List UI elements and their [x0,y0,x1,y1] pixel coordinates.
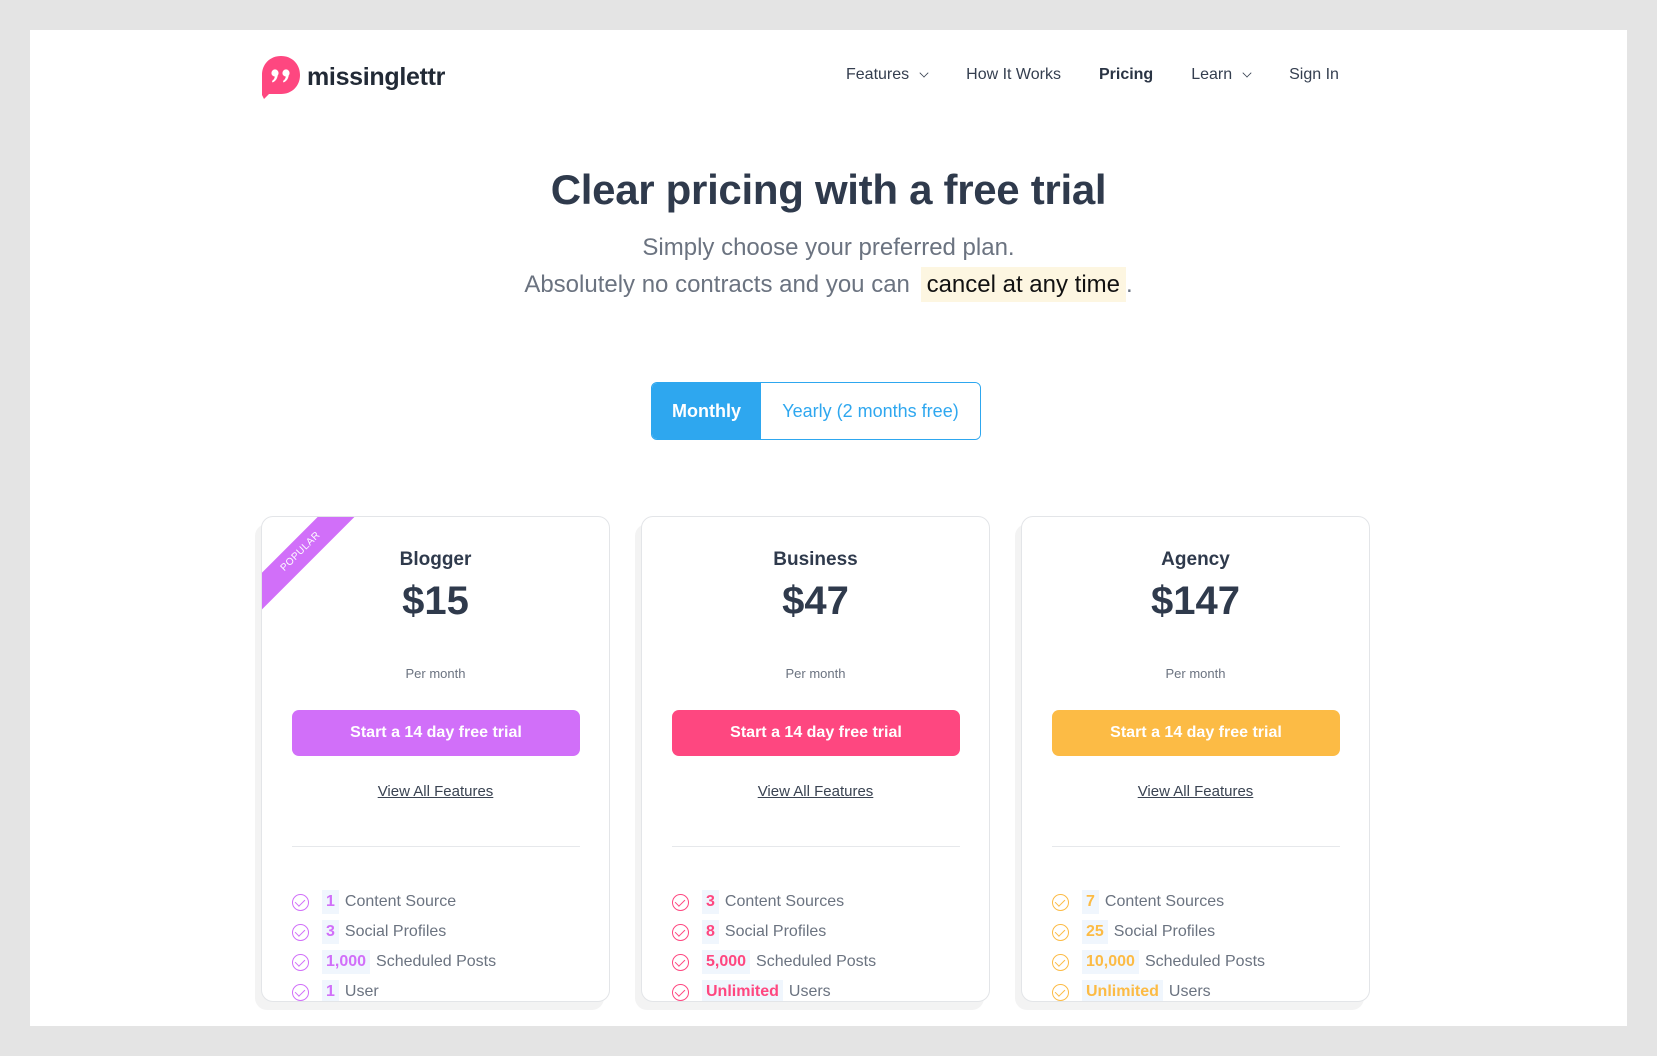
feature-value: 8 [702,920,719,944]
plan-name: Business [773,549,858,570]
plan-period: Per month [1165,666,1226,681]
feature-list: 1 Content Source 3 Social Profiles 1,000 Sc… [292,887,496,1001]
feature-value: 5,000 [702,950,751,974]
plan-card-blogger: POPULAR Blogger $15 Per month Start a 14… [261,516,610,1002]
hero-subtitle-2: Absolutely no contracts and you can canc… [30,267,1627,302]
toggle-yearly[interactable]: Yearly (2 months free) [761,383,980,439]
check-circle-icon [292,983,309,1001]
feature-label: Social Profiles [344,923,447,940]
list-item: 8 Social Profiles [672,917,876,947]
check-circle-icon [292,953,309,971]
feature-label: Content Source [344,893,457,910]
quote-bubble-icon [261,55,301,99]
nav-learn[interactable]: Learn [1191,66,1252,84]
feature-label: Social Profiles [724,923,827,940]
plan-price: $15 [402,579,469,623]
nav-sign-in-label: Sign In [1289,66,1339,83]
subtitle-suffix: . [1126,271,1133,298]
nav-how-it-works[interactable]: How It Works [966,66,1061,84]
check-circle-icon [292,923,309,941]
feature-value: 1 [322,890,339,914]
list-item: 25 Social Profiles [1052,917,1265,947]
toggle-monthly[interactable]: Monthly [652,383,761,439]
feature-value: 25 [1082,920,1108,944]
feature-value: Unlimited [702,980,783,1001]
brand-logo[interactable]: missinglettr [261,54,445,100]
divider [292,846,580,847]
nav-features[interactable]: Features [846,66,929,84]
list-item: Unlimited Users [672,977,876,1001]
chevron-down-icon [919,68,929,78]
view-all-features-link[interactable]: View All Features [1022,783,1369,800]
check-circle-icon [672,923,689,941]
feature-value: 1,000 [322,950,371,974]
check-circle-icon [672,893,689,911]
plan-card-agency: Agency $147 Per month Start a 14 day fre… [1021,516,1370,1002]
check-circle-icon [292,893,309,911]
subtitle-prefix: Absolutely no contracts and you can [524,271,910,298]
plan-period: Per month [785,666,846,681]
plan-price: $147 [1151,579,1240,623]
nav-how-it-works-label: How It Works [966,66,1061,83]
brand-name: missinglettr [307,62,446,91]
divider [672,846,960,847]
list-item: 1,000 Scheduled Posts [292,947,496,977]
start-trial-button[interactable]: Start a 14 day free trial [1052,710,1340,756]
feature-label: Content Sources [1104,893,1225,910]
page: missinglettr Features How It Works Prici… [30,30,1627,1026]
nav-learn-label: Learn [1191,66,1233,83]
list-item: Unlimited Users [1052,977,1265,1001]
start-trial-button[interactable]: Start a 14 day free trial [672,710,960,756]
start-trial-button[interactable]: Start a 14 day free trial [292,710,580,756]
feature-value: 3 [322,920,339,944]
feature-label: Users [788,983,831,1000]
billing-toggle: Monthly Yearly (2 months free) [651,382,981,440]
view-all-features-link[interactable]: View All Features [262,783,609,800]
feature-value: 7 [1082,890,1099,914]
feature-label: Scheduled Posts [756,953,877,970]
feature-value: Unlimited [1082,980,1163,1001]
nav-sign-in[interactable]: Sign In [1289,66,1339,84]
plan-period: Per month [405,666,466,681]
feature-list: 7 Content Sources 25 Social Profiles 10,00… [1052,887,1265,1001]
feature-label: Scheduled Posts [1144,953,1266,970]
view-all-features-link[interactable]: View All Features [642,783,989,800]
feature-label: Content Sources [724,893,845,910]
list-item: 1 Content Source [292,887,496,917]
hero-subtitle: Simply choose your preferred plan. [642,234,1015,261]
main-nav: Features How It Works Pricing Learn Sign… [846,62,1339,88]
plan-name: Blogger [399,549,472,570]
feature-value: 1 [322,980,339,1001]
check-circle-icon [1052,953,1069,971]
subtitle-highlight: cancel at any time [920,267,1126,302]
feature-label: Users [1168,983,1211,1000]
feature-label: Social Profiles [1113,923,1216,940]
list-item: 7 Content Sources [1052,887,1265,917]
feature-value: 10,000 [1082,950,1139,974]
list-item: 10,000 Scheduled Posts [1052,947,1265,977]
check-circle-icon [1052,923,1069,941]
divider [1052,846,1340,847]
list-item: 5,000 Scheduled Posts [672,947,876,977]
plan-card-business: Business $47 Per month Start a 14 day fr… [641,516,990,1002]
plan-price: $47 [782,579,849,623]
feature-label: User [344,983,379,1000]
feature-label: Scheduled Posts [376,953,497,970]
check-circle-icon [672,983,689,1001]
feature-value: 3 [702,890,719,914]
plan-name: Agency [1161,549,1230,570]
check-circle-icon [1052,893,1069,911]
page-title: Clear pricing with a free trial [550,166,1107,213]
check-circle-icon [1052,983,1069,1001]
nav-pricing-label: Pricing [1098,66,1154,83]
check-circle-icon [672,953,689,971]
feature-list: 3 Content Sources 8 Social Profiles 5,000 S… [672,887,876,1001]
nav-features-label: Features [846,66,910,83]
list-item: 3 Content Sources [672,887,876,917]
list-item: 3 Social Profiles [292,917,496,947]
chevron-down-icon [1242,68,1252,78]
list-item: 1 User [292,977,496,1001]
nav-pricing[interactable]: Pricing [1099,66,1153,84]
